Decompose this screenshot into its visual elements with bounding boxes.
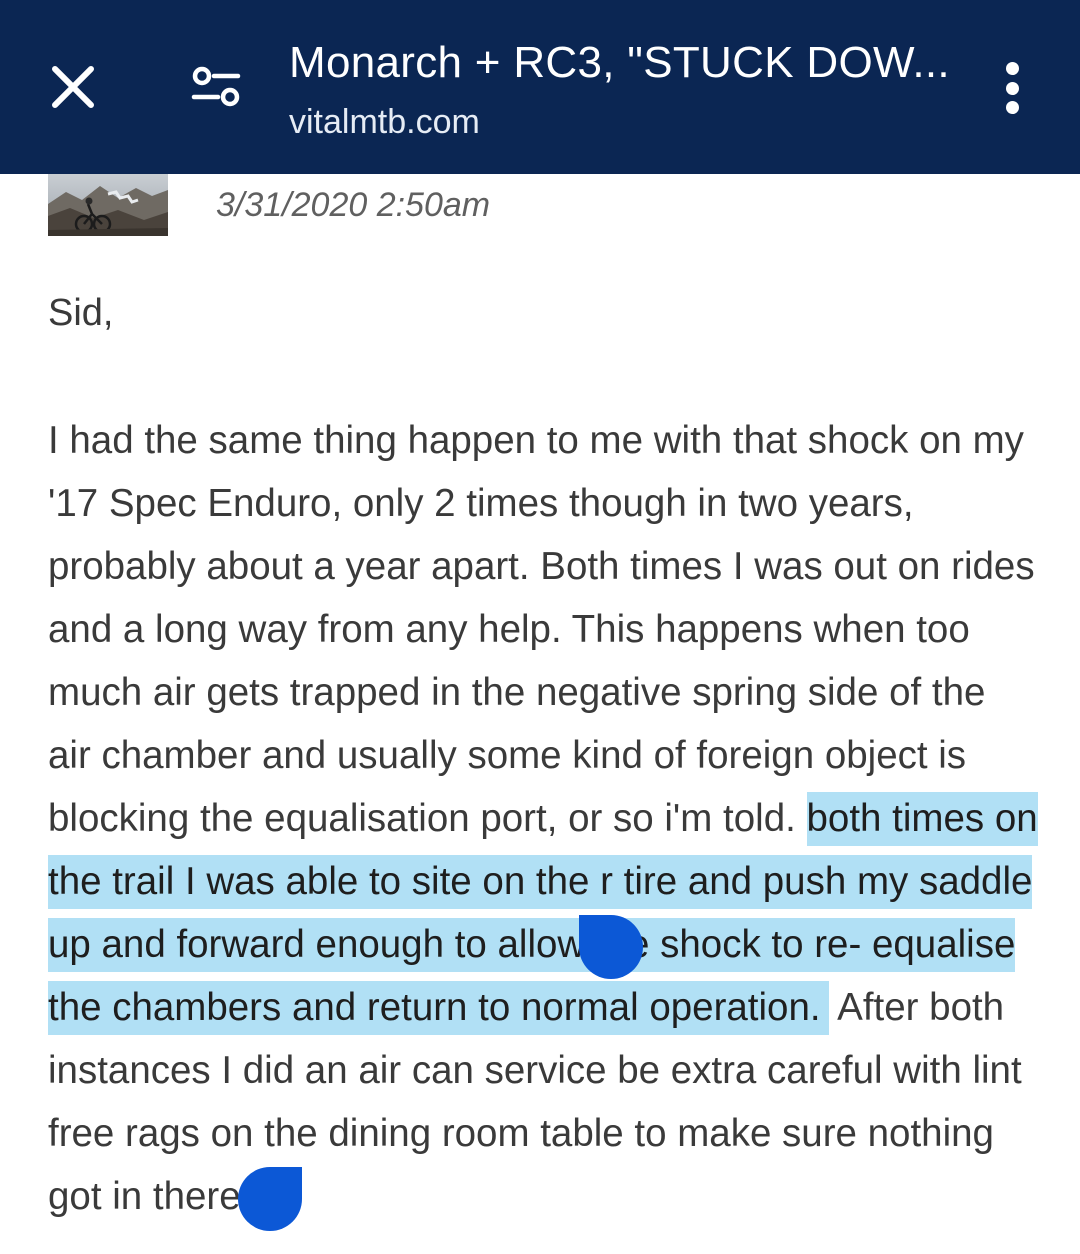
avatar[interactable] xyxy=(48,174,168,236)
browser-toolbar: Monarch + RC3, "STUCK DOW... vitalmtb.co… xyxy=(0,0,1080,174)
post-body: I had the same thing happen to me with t… xyxy=(48,409,1038,1228)
more-options-button[interactable] xyxy=(990,58,1034,118)
avatar-photo xyxy=(48,174,168,236)
page-title[interactable]: Monarch + RC3, "STUCK DOW... xyxy=(289,38,959,88)
more-vertical-icon xyxy=(1005,62,1019,75)
selection-start-handle[interactable] xyxy=(579,915,643,979)
page-url[interactable]: vitalmtb.com xyxy=(289,102,480,142)
close-button[interactable] xyxy=(44,58,102,116)
page-settings-icon xyxy=(191,66,241,107)
post-greeting: Sid, xyxy=(48,292,114,334)
close-icon xyxy=(52,66,94,108)
page-settings-button[interactable] xyxy=(188,62,244,112)
selection-end-handle[interactable] xyxy=(238,1167,302,1231)
post-timestamp: 3/31/2020 2:50am xyxy=(216,186,491,224)
post-body-text: I had the same thing happen to me with t… xyxy=(48,419,1035,840)
